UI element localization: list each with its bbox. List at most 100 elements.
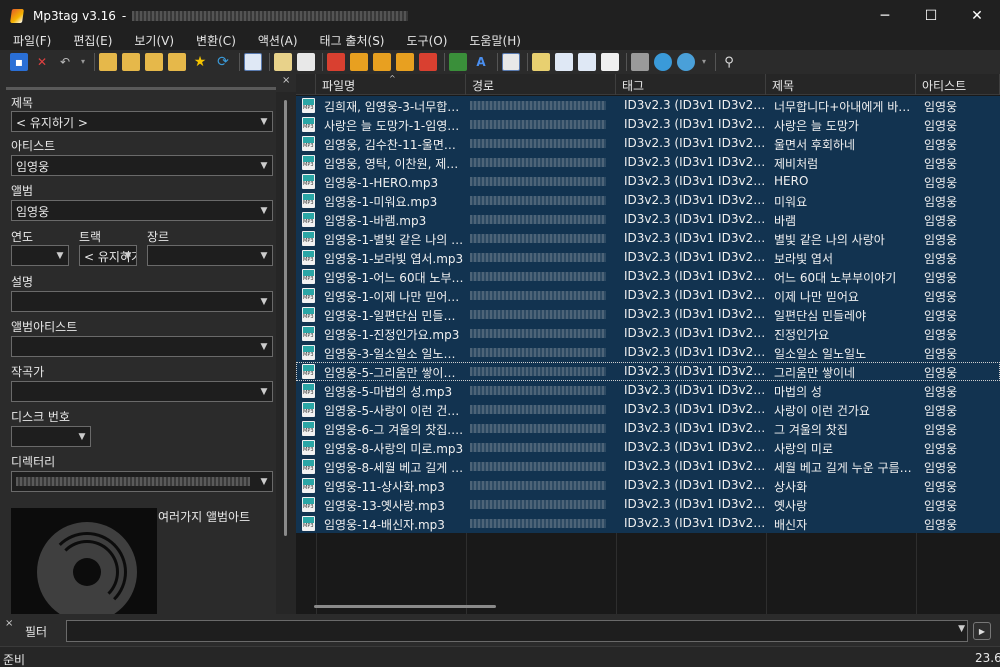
chevron-down-icon[interactable]: ▼: [256, 382, 272, 401]
menu-tag-sources[interactable]: 태그 출처(S): [307, 32, 385, 49]
chevron-down-icon[interactable]: ▼: [74, 427, 90, 446]
table-row[interactable]: 임영웅-13-옛사랑.mp3 ID3v2.3 (ID3v1 ID3v2.3) 옛사랑…: [296, 495, 1000, 514]
filename-to-tag-icon[interactable]: [327, 53, 345, 71]
menu-edit[interactable]: 편집(E): [60, 32, 112, 49]
sources-dropdown-icon[interactable]: ▾: [700, 53, 708, 71]
album-combo[interactable]: 임영웅 ▼: [11, 200, 273, 221]
panel-grip[interactable]: [6, 87, 276, 90]
table-row[interactable]: 임영웅-8-세월 베고 길게 누운 구름 한 조각.mp3 ID3v2.3 (ID…: [296, 457, 1000, 476]
table-row[interactable]: 김희재, 임영웅-3-너무합니다+아내에게 바치는 노래.mp3 ID3v2.3 …: [296, 96, 1000, 115]
album-cover[interactable]: [11, 508, 157, 614]
table-row[interactable]: 임영웅, 영탁, 이찬원, 제비처럼.mp3 ID3v2.3 (ID3v1 ID3…: [296, 153, 1000, 172]
add-directory-icon[interactable]: [99, 53, 117, 71]
table-row[interactable]: 임영웅-11-상사화.mp3 ID3v2.3 (ID3v1 ID3v2.3) 상사화…: [296, 476, 1000, 495]
minimize-button[interactable]: ─: [862, 0, 908, 31]
table-row[interactable]: 임영웅-1-진정인가요.mp3 ID3v2.3 (ID3v1 ID3v2.3) 진정…: [296, 324, 1000, 343]
actions-icon[interactable]: [449, 53, 467, 71]
table-row[interactable]: 임영웅-1-별빛 같은 나의 사랑아.mp3 ID3v2.3 (ID3v1 ID3…: [296, 229, 1000, 248]
menu-help[interactable]: 도움말(H): [456, 32, 521, 49]
genre-combo[interactable]: ▼: [147, 245, 273, 266]
chevron-down-icon[interactable]: ▼: [958, 624, 965, 634]
chevron-down-icon[interactable]: ▼: [256, 201, 272, 220]
column-tag[interactable]: 태그: [616, 74, 766, 95]
column-path[interactable]: 경로: [466, 74, 616, 95]
column-title[interactable]: 제목: [766, 74, 916, 95]
refresh-icon[interactable]: ⟳: [214, 53, 232, 71]
chevron-down-icon[interactable]: ▼: [256, 156, 272, 175]
chevron-down-icon[interactable]: ▼: [256, 292, 272, 311]
table-row[interactable]: 임영웅, 김수찬-11-울면서 후회하네.mp3 ID3v2.3 (ID3v1 I…: [296, 134, 1000, 153]
table-row[interactable]: 임영웅-5-사랑이 이런 건가요.mp3 ID3v2.3 (ID3v1 ID3v2…: [296, 400, 1000, 419]
chevron-down-icon[interactable]: ▼: [52, 246, 68, 265]
menu-file[interactable]: 파일(F): [0, 32, 51, 49]
filename-to-filename-icon[interactable]: [419, 53, 437, 71]
table-row[interactable]: 임영웅-3-일소일소 일노일노.mp3 ID3v2.3 (ID3v1 ID3v2.…: [296, 343, 1000, 362]
table-row[interactable]: 임영웅-1-HERO.mp3 ID3v2.3 (ID3v1 ID3v2.3) HER…: [296, 172, 1000, 191]
add-file-icon[interactable]: [122, 53, 140, 71]
composer-combo[interactable]: ▼: [11, 381, 273, 402]
horizontal-scrollbar[interactable]: [314, 605, 496, 608]
export-alt-icon[interactable]: [578, 53, 596, 71]
export-html-icon[interactable]: [601, 53, 619, 71]
directory-combo[interactable]: ▼: [11, 471, 273, 492]
remove-tag-icon[interactable]: ✕: [33, 53, 51, 71]
filter-go-button[interactable]: ▶: [973, 622, 991, 640]
autonumbering-wizard-icon[interactable]: [502, 53, 520, 71]
table-row[interactable]: 임영웅-1-보라빛 엽서.mp3 ID3v2.3 (ID3v1 ID3v2.3) 보…: [296, 248, 1000, 267]
playlist-icon[interactable]: [555, 53, 573, 71]
table-row[interactable]: 임영웅-6-그 겨울의 찻집.mp3 ID3v2.3 (ID3v1 ID3v2.3…: [296, 419, 1000, 438]
undo-icon[interactable]: ↶: [56, 53, 74, 71]
chevron-down-icon[interactable]: ▼: [256, 472, 272, 491]
table-row[interactable]: 임영웅-1-일편단심 민들레야.mp3 ID3v2.3 (ID3v1 ID3v2.…: [296, 305, 1000, 324]
table-row[interactable]: 임영웅-5-그리움만 쌓이네.mp3 ID3v2.3 (ID3v1 ID3v2.3…: [296, 362, 1000, 381]
close-panel-icon[interactable]: ×: [282, 75, 290, 86]
table-row[interactable]: 임영웅-8-사랑의 미로.mp3 ID3v2.3 (ID3v1 ID3v2.3) 사…: [296, 438, 1000, 457]
title-combo[interactable]: < 유지하기 > ▼: [11, 111, 273, 132]
chevron-down-icon[interactable]: ▼: [256, 246, 272, 265]
chevron-down-icon[interactable]: ▼: [256, 112, 272, 131]
save-icon[interactable]: ▪: [10, 53, 28, 71]
case-conversion-icon[interactable]: A: [472, 53, 490, 71]
tag-to-text-file-icon[interactable]: [396, 53, 414, 71]
close-filter-icon[interactable]: ×: [5, 618, 13, 629]
extended-tags-icon[interactable]: [244, 53, 262, 71]
year-combo[interactable]: ▼: [11, 245, 69, 266]
export-icon[interactable]: [532, 53, 550, 71]
table-row[interactable]: 사랑은 늘 도망가-1-임영웅.mp3 ID3v2.3 (ID3v1 ID3v2.…: [296, 115, 1000, 134]
filter-input[interactable]: ▼: [66, 620, 968, 642]
menu-view[interactable]: 보기(V): [121, 32, 174, 49]
chevron-down-icon[interactable]: ▼: [256, 337, 272, 356]
panel-scrollbar[interactable]: [276, 92, 296, 614]
column-artist[interactable]: 아티스트: [916, 74, 1000, 95]
paste-tags-icon[interactable]: [297, 53, 315, 71]
track-combo[interactable]: < 유지하기 >▼: [79, 245, 137, 266]
text-file-to-tag-icon[interactable]: [373, 53, 391, 71]
column-icon[interactable]: [296, 74, 316, 95]
tag-sources-icon[interactable]: [631, 53, 649, 71]
open-folder-icon[interactable]: [168, 53, 186, 71]
undo-dropdown-icon[interactable]: ▾: [79, 53, 87, 71]
albumartist-combo[interactable]: ▼: [11, 336, 273, 357]
settings-wrench-icon[interactable]: ⚲: [720, 53, 738, 71]
close-window-button[interactable]: ✕: [954, 0, 1000, 31]
copy-tags-icon[interactable]: [274, 53, 292, 71]
comment-combo[interactable]: ▼: [11, 291, 273, 312]
tag-to-filename-icon[interactable]: [350, 53, 368, 71]
menu-tools[interactable]: 도구(O): [394, 32, 448, 49]
web-sources-icon[interactable]: [654, 53, 672, 71]
table-row[interactable]: 임영웅-5-마법의 성.mp3 ID3v2.3 (ID3v1 ID3v2.3) 마법…: [296, 381, 1000, 400]
table-row[interactable]: 임영웅-1-이제 나만 믿어요.mp3 ID3v2.3 (ID3v1 ID3v2.…: [296, 286, 1000, 305]
table-row[interactable]: 임영웅-1-미워요.mp3 ID3v2.3 (ID3v1 ID3v2.3) 미워요 임…: [296, 191, 1000, 210]
artist-combo[interactable]: 임영웅 ▼: [11, 155, 273, 176]
chevron-down-icon[interactable]: ▼: [120, 246, 136, 265]
menu-convert[interactable]: 변환(C): [183, 32, 236, 49]
add-to-playlist-icon[interactable]: [145, 53, 163, 71]
table-row[interactable]: 임영웅-1-어느 60대 노부부이야기.mp3 ID3v2.3 (ID3v1 ID…: [296, 267, 1000, 286]
table-row[interactable]: 임영웅-14-배신자.mp3 ID3v2.3 (ID3v1 ID3v2.3) 배신자…: [296, 514, 1000, 533]
favorite-star-icon[interactable]: ★: [191, 53, 209, 71]
maximize-button[interactable]: ☐: [908, 0, 954, 31]
freedb-icon[interactable]: [677, 53, 695, 71]
table-row[interactable]: 임영웅-1-바램.mp3 ID3v2.3 (ID3v1 ID3v2.3) 바램 임영웅: [296, 210, 1000, 229]
discnumber-combo[interactable]: ▼: [11, 426, 91, 447]
menu-actions[interactable]: 액션(A): [245, 32, 298, 49]
